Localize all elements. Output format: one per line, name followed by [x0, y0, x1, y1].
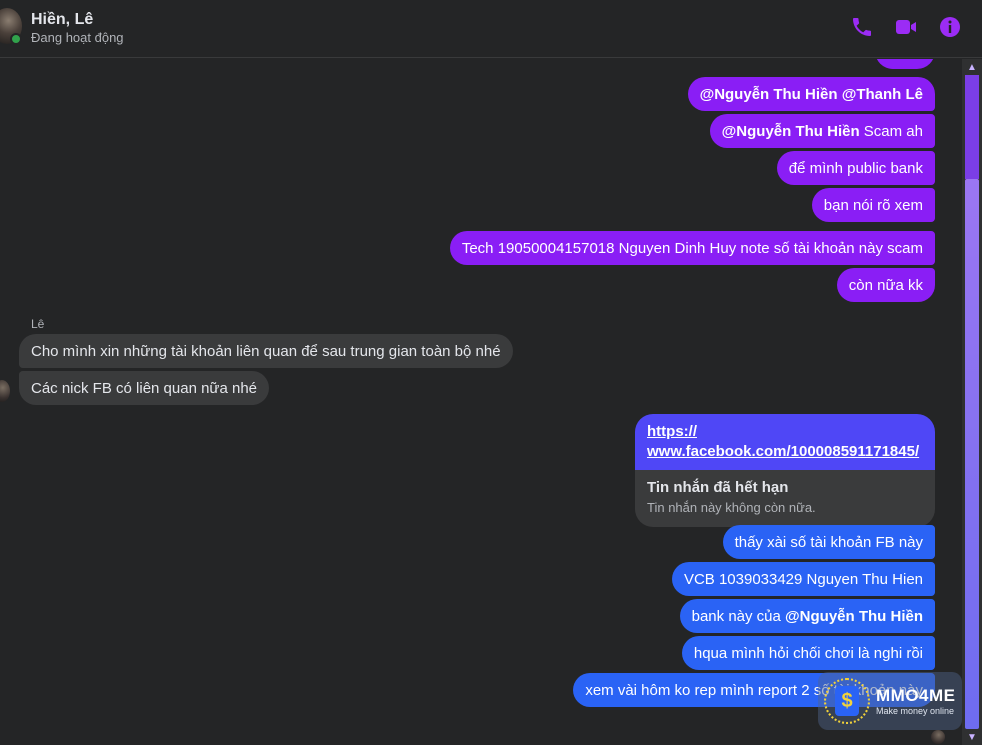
message-row: @Nguyễn Thu Hiền @Thanh Lê	[687, 77, 935, 111]
contact-name[interactable]: Hiền, Lê	[31, 11, 93, 29]
sender-avatar[interactable]	[0, 380, 10, 402]
sender-name: Lê	[31, 317, 45, 331]
info-icon[interactable]	[938, 15, 962, 39]
message-row: VCB 1039033429 Nguyen Thu Hien	[671, 562, 935, 596]
message-row: hqua mình hỏi chối chơi là nghi rồi	[681, 636, 935, 670]
seen-indicator-avatar	[931, 730, 945, 744]
watermark-title: MMO4ME	[876, 686, 956, 705]
scroll-thumb[interactable]	[965, 179, 979, 729]
message-row: bạn nói rõ xem	[811, 188, 935, 222]
mention[interactable]: @Nguyễn Thu Hiền	[722, 123, 860, 140]
message-text: thấy xài số tài khoản FB này	[734, 534, 923, 551]
message-text: để mình public bank	[788, 160, 923, 177]
phone-icon[interactable]	[850, 15, 874, 39]
mention[interactable]: @Nguyễn Thu Hiền	[700, 86, 838, 103]
message-row: Cho mình xin những tài khoản liên quan đ…	[19, 334, 513, 368]
message-bubble[interactable]: để mình public bank	[776, 151, 935, 185]
message-bubble[interactable]: @Nguyễn Thu Hiền @Thanh Lê	[687, 77, 935, 111]
message-list[interactable]: @Nguyễn Thu Hiền @Thanh Lê @Nguyễn Thu H…	[0, 59, 962, 745]
message-row: còn nữa kk	[836, 268, 935, 302]
shared-link[interactable]: https:// www.facebook.com/10000859117184…	[635, 414, 935, 470]
contact-status: Đang hoạt động	[31, 30, 124, 45]
watermark-subtitle: Make money online	[876, 706, 955, 716]
link-url-line[interactable]: www.facebook.com/100008591171845/	[647, 442, 923, 462]
message-bubble[interactable]: @Nguyễn Thu Hiền Scam ah	[709, 114, 935, 148]
link-preview-card[interactable]: https:// www.facebook.com/10000859117184…	[635, 414, 935, 527]
message-text: còn nữa kk	[848, 277, 923, 294]
link-url-line[interactable]: https://	[647, 422, 923, 442]
message-text: Scam ah	[859, 123, 923, 140]
expired-title: Tin nhắn đã hết hạn	[647, 479, 789, 496]
expired-subtitle: Tin nhắn này không còn nữa.	[647, 500, 816, 515]
scrollbar[interactable]: ▲ ▼	[962, 59, 982, 745]
message-bubble[interactable]: hqua mình hỏi chối chơi là nghi rồi	[681, 636, 935, 670]
message-text: VCB 1039033429 Nguyen Thu Hien	[683, 571, 923, 588]
message-bubble[interactable]: VCB 1039033429 Nguyen Thu Hien	[671, 562, 935, 596]
message-row: để mình public bank	[776, 151, 935, 185]
message-text: Tech 19050004157018 Nguyen Dinh Huy note…	[461, 240, 923, 257]
video-icon[interactable]	[894, 15, 918, 39]
scroll-track[interactable]	[965, 75, 979, 179]
message-text: bank này của	[691, 608, 786, 625]
message-row: Các nick FB có liên quan nữa nhé	[19, 371, 270, 405]
dollar-logo-icon: $	[824, 678, 870, 724]
expired-notice: Tin nhắn đã hết hạn Tin nhắn này không c…	[635, 470, 935, 527]
message-bubble[interactable]: bạn nói rõ xem	[811, 188, 935, 222]
scroll-up-arrow-icon[interactable]: ▲	[962, 59, 982, 75]
message-bubble[interactable]: Cho mình xin những tài khoản liên quan đ…	[19, 334, 513, 368]
mention[interactable]: @Nguyễn Thu Hiền	[785, 608, 923, 625]
message-row	[875, 59, 935, 69]
message-bubble[interactable]: Tech 19050004157018 Nguyen Dinh Huy note…	[449, 231, 935, 265]
message-text: bạn nói rõ xem	[823, 197, 923, 214]
chat-header: Hiền, Lê Đang hoạt động	[0, 0, 982, 58]
message-row: @Nguyễn Thu Hiền Scam ah	[709, 114, 935, 148]
watermark: $ MMO4ME Make money online	[818, 672, 962, 730]
clipped-message-bubble[interactable]	[875, 59, 935, 69]
message-bubble[interactable]: Các nick FB có liên quan nữa nhé	[19, 371, 270, 405]
message-row: Tech 19050004157018 Nguyen Dinh Huy note…	[449, 231, 935, 265]
online-status-dot	[10, 33, 22, 45]
scroll-down-arrow-icon[interactable]: ▼	[962, 729, 982, 745]
message-text: hqua mình hỏi chối chơi là nghi rồi	[693, 645, 923, 662]
message-bubble[interactable]: bank này của @Nguyễn Thu Hiền	[679, 599, 935, 633]
message-bubble[interactable]: thấy xài số tài khoản FB này	[722, 525, 935, 559]
message-row: bank này của @Nguyễn Thu Hiền	[679, 599, 935, 633]
mention[interactable]: @Thanh Lê	[842, 86, 923, 103]
message-bubble[interactable]: còn nữa kk	[836, 268, 935, 302]
message-row: thấy xài số tài khoản FB này	[722, 525, 935, 559]
